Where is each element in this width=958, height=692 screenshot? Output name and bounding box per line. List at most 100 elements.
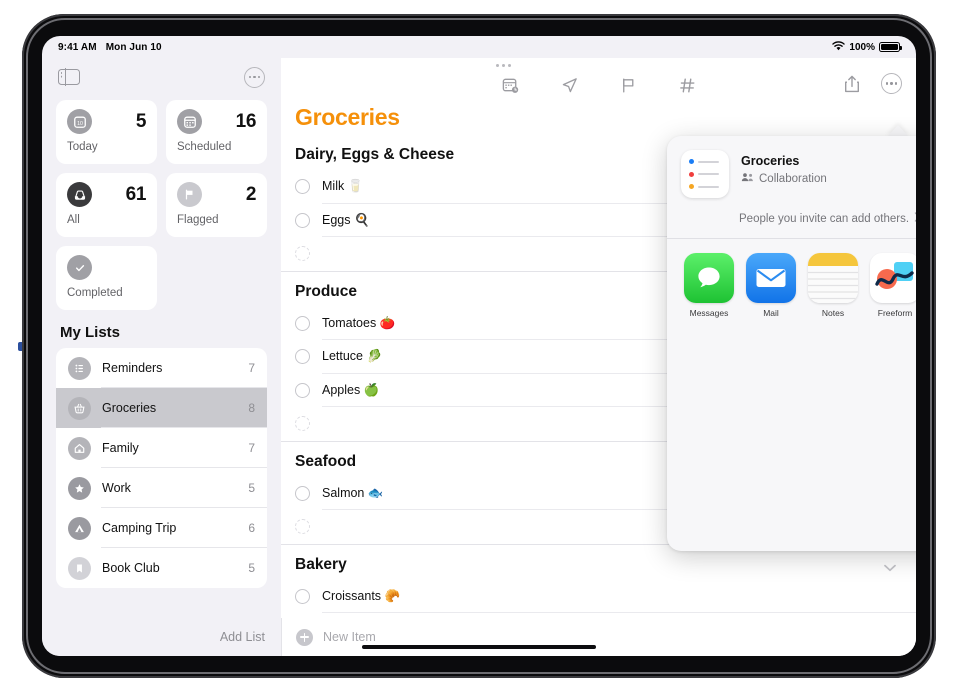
sidebar-item-groceries[interactable]: Groceries 8 <box>56 388 267 428</box>
reminder-checkbox[interactable] <box>295 315 310 331</box>
sidebar-item-label: Work <box>102 481 131 495</box>
status-bar: 9:41 AM Mon Jun 10 100% <box>42 36 916 58</box>
smart-list-count: 16 <box>235 110 257 132</box>
sidebar-item-count: 6 <box>248 521 255 535</box>
reminder-text: Tomatoes 🍅 <box>322 315 396 330</box>
chevron-right-icon <box>914 212 916 225</box>
sidebar-item-reminders[interactable]: Reminders 7 <box>56 348 267 388</box>
multitask-handle-icon[interactable] <box>496 64 511 67</box>
reminder-text: Croissants 🥐 <box>322 588 401 603</box>
sidebar-item-camping-trip[interactable]: Camping Trip 6 <box>56 508 267 548</box>
home-indicator <box>362 644 596 649</box>
main-toolbar-center <box>281 76 916 95</box>
smart-list-today[interactable]: 10 5 Today <box>56 100 157 164</box>
location-arrow-icon[interactable] <box>560 76 579 95</box>
group-title: Produce <box>295 282 358 300</box>
invite-permission-row[interactable]: People you invite can add others. <box>667 198 916 238</box>
notes-app-icon <box>808 253 858 303</box>
sidebar-item-label: Groceries <box>102 401 157 415</box>
invite-permission-text: People you invite can add others. <box>739 212 910 225</box>
mail-app-icon <box>746 253 796 303</box>
reminder-checkbox[interactable] <box>295 588 310 604</box>
battery-percent: 100% <box>849 41 875 53</box>
group-title: Bakery <box>295 555 347 573</box>
sidebar-more-icon[interactable] <box>244 66 265 88</box>
screenshot-root: 9:41 AM Mon Jun 10 100% 10 5 Today 16 Sc… <box>0 0 958 692</box>
reminder-checkbox[interactable] <box>295 485 310 501</box>
reminder-checkbox[interactable] <box>295 349 310 365</box>
star-icon <box>68 476 91 500</box>
main-toolbar <box>281 58 916 96</box>
share-app-label: Notes <box>821 308 845 318</box>
smart-list-label: Scheduled <box>177 141 232 153</box>
messages-app-icon <box>684 253 734 303</box>
ipad-screen: 9:41 AM Mon Jun 10 100% 10 5 Today 16 Sc… <box>42 36 916 656</box>
share-app-label: Messages <box>689 308 729 318</box>
smart-list-scheduled[interactable]: 16 Scheduled <box>166 100 267 164</box>
reminder-checkbox[interactable] <box>295 212 310 228</box>
smart-list-label: Today <box>67 141 98 153</box>
flag-icon <box>177 182 202 207</box>
status-date: Mon Jun 10 <box>105 41 162 53</box>
sidebar-toggle-icon[interactable] <box>58 68 80 86</box>
reminder-checkbox[interactable] <box>295 416 310 432</box>
sidebar-item-family[interactable]: Family 7 <box>56 428 267 468</box>
smart-list-label: Flagged <box>177 214 219 226</box>
share-app-messages[interactable]: Messages <box>684 253 734 318</box>
inbox-tray-icon <box>67 182 92 207</box>
hashtag-icon[interactable] <box>678 76 697 95</box>
status-time: 9:41 AM <box>58 41 97 53</box>
share-doc-subtitle: Collaboration <box>759 172 827 185</box>
svg-text:10: 10 <box>77 120 83 126</box>
new-item-button[interactable]: New Item <box>281 618 916 656</box>
calendar-clock-icon[interactable] <box>501 76 520 95</box>
sidebar-item-label: Camping Trip <box>102 521 177 535</box>
document-thumbnail <box>681 150 729 198</box>
sidebar-item-label: Reminders <box>102 361 163 375</box>
sidebar-item-work[interactable]: Work 5 <box>56 468 267 508</box>
sidebar-item-count: 5 <box>248 561 255 575</box>
share-apps-row[interactable]: Messages Mail Notes Freeform <box>667 239 916 318</box>
bottom-bar: Add List New Item <box>42 618 916 656</box>
share-app-label: Mail <box>763 308 779 318</box>
reminder-text: Apples 🍏 <box>322 382 380 397</box>
share-app-freeform[interactable]: Freeform <box>870 253 916 318</box>
reminder-text: Eggs 🍳 <box>322 212 370 227</box>
smart-list-flagged[interactable]: 2 Flagged <box>166 173 267 237</box>
reminder-checkbox[interactable] <box>295 179 310 195</box>
tent-icon <box>68 516 91 540</box>
flag-icon[interactable] <box>619 76 638 95</box>
share-app-mail[interactable]: Mail <box>746 253 796 318</box>
sidebar-item-book-club[interactable]: Book Club 5 <box>56 548 267 588</box>
add-list-button[interactable]: Add List <box>42 618 281 656</box>
smart-list-completed[interactable]: Completed <box>56 246 157 310</box>
checkmark-circle-icon <box>67 255 92 280</box>
smart-list-count: 2 <box>245 183 257 205</box>
smart-list-label: All <box>67 214 80 226</box>
calendar-day-icon: 10 <box>67 109 92 134</box>
freeform-app-icon <box>870 253 916 303</box>
sidebar-item-label: Family <box>102 441 139 455</box>
reminder-checkbox[interactable] <box>295 382 310 398</box>
my-lists-card: Reminders 7 Groceries 8 Family 7 Work 5 … <box>56 348 267 588</box>
house-icon <box>68 436 91 460</box>
more-ellipsis-circle-icon[interactable] <box>881 73 902 94</box>
sidebar: 10 5 Today 16 Scheduled 61 All 2 Flagged… <box>42 58 281 656</box>
bulleted-list-icon <box>68 356 91 380</box>
wifi-icon <box>832 40 846 54</box>
share-header: Groceries Collaboration <box>667 136 916 198</box>
new-item-label: New Item <box>323 630 376 644</box>
reminder-checkbox[interactable] <box>295 519 310 535</box>
battery-full-icon <box>879 42 902 52</box>
share-doc-subtitle-row: Collaboration <box>741 172 827 185</box>
share-icon[interactable] <box>843 74 861 94</box>
sidebar-item-label: Book Club <box>102 561 160 575</box>
share-popover: Groceries Collaboration People you invit… <box>667 136 916 551</box>
group-title: Seafood <box>295 452 357 470</box>
chevron-down-icon[interactable] <box>884 559 896 577</box>
reminder-item[interactable]: Croissants 🥐 <box>281 580 916 613</box>
reminder-checkbox[interactable] <box>295 246 310 262</box>
smart-list-all[interactable]: 61 All <box>56 173 157 237</box>
share-app-notes[interactable]: Notes <box>808 253 858 318</box>
status-bar-left: 9:41 AM Mon Jun 10 <box>58 42 162 53</box>
